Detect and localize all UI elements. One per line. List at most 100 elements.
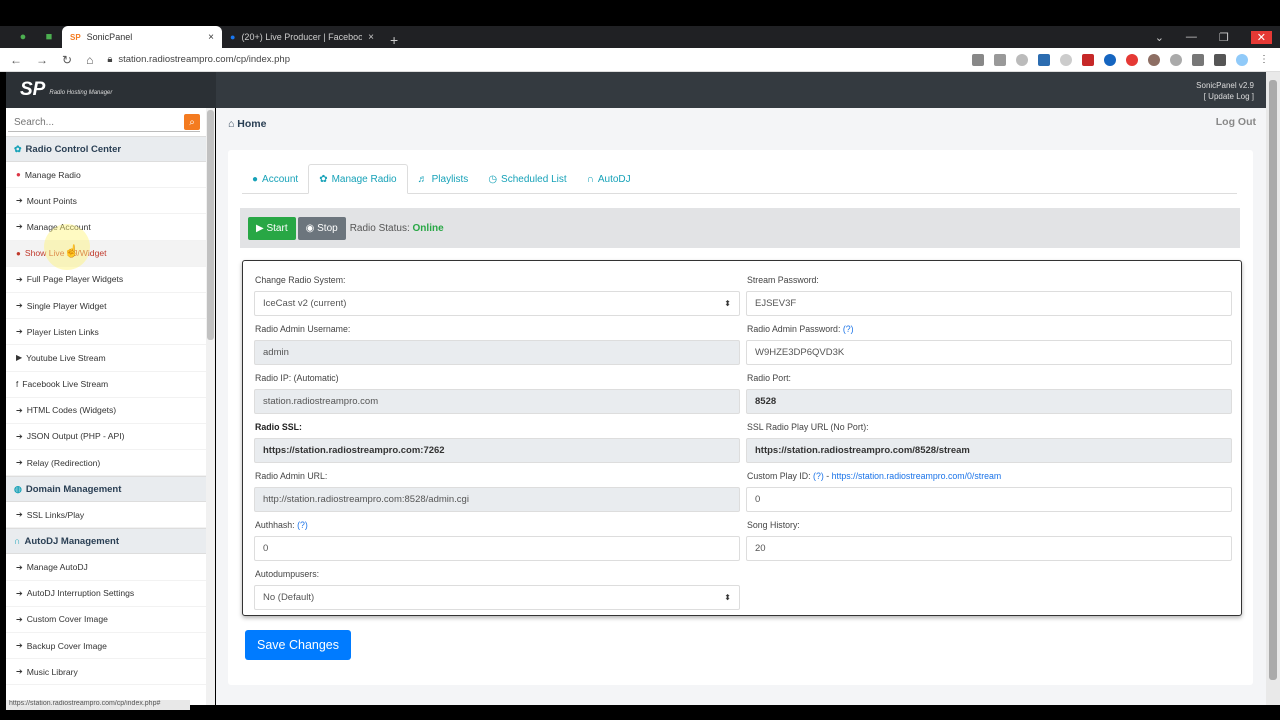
home-icon[interactable]: ⌂ xyxy=(86,53,93,67)
tab-manage-radio[interactable]: ✿ Manage Radio xyxy=(308,164,408,194)
tab-search-icon[interactable]: ⌄ xyxy=(1155,31,1164,44)
browser-tab-facebook[interactable]: ● (20+) Live Producer | Facebook × xyxy=(222,26,382,48)
star-icon[interactable] xyxy=(1016,53,1028,66)
sidebar-item[interactable]: ➔ SSL Links/Play xyxy=(6,502,206,529)
sidepanel-icon[interactable] xyxy=(1214,53,1226,66)
tab-playlists[interactable]: ♬ Playlists xyxy=(408,164,479,194)
autodumpusers-select[interactable]: No (Default) ⬍ xyxy=(254,585,740,610)
extension-n-icon[interactable] xyxy=(1038,53,1050,66)
breadcrumb-home[interactable]: Home xyxy=(237,118,266,130)
update-log-link[interactable]: [ Update Log ] xyxy=(1196,91,1254,102)
tab-label: AutoDJ xyxy=(597,173,631,185)
sidebar-item[interactable]: ➔ Player Listen Links xyxy=(6,319,206,346)
admin-password-field[interactable]: W9HZE3DP6QVD3K xyxy=(746,340,1232,365)
menu-dots-icon[interactable]: ⋮ xyxy=(1258,54,1270,66)
key-icon[interactable] xyxy=(972,53,984,66)
sidebar-item-icon: ➔ xyxy=(16,458,23,468)
browser-tab-sonicpanel[interactable]: SP SonicPanel × xyxy=(62,26,222,48)
start-button[interactable]: ▶ Start xyxy=(248,216,296,240)
extension-opera-icon[interactable] xyxy=(1126,53,1138,66)
profile-avatar-icon[interactable] xyxy=(1236,53,1248,66)
sidebar-item[interactable]: ➔ JSON Output (PHP - API) xyxy=(6,424,206,451)
url-field[interactable]: 🔒︎ station.radiostreampro.com/cp/index.p… xyxy=(107,54,958,65)
sidebar-item[interactable]: ● Show Live DJ/Widget xyxy=(6,240,206,267)
puzzle-icon[interactable] xyxy=(1192,53,1204,66)
sidebar-item[interactable]: ➔ Full Page Player Widgets xyxy=(6,267,206,293)
sidebar-item[interactable]: ➔ Backup Cover Image xyxy=(6,633,206,660)
sidebar-section-header[interactable]: ∩ AutoDJ Management xyxy=(6,528,206,555)
custom-play-id-field[interactable]: 0 xyxy=(746,487,1232,512)
page-scrollbar-thumb[interactable] xyxy=(1269,80,1277,680)
reload-icon[interactable]: ↻ xyxy=(62,53,72,67)
sidebar-item[interactable]: ➔ Relay (Redirection) xyxy=(6,450,206,477)
letterbox-top xyxy=(0,0,1280,26)
sidebar-section-header[interactable]: ✿ Radio Control Center xyxy=(6,136,206,162)
whatsapp-pinned-tab[interactable]: ● xyxy=(10,26,36,48)
sheets-icon: ■ xyxy=(45,31,53,43)
help-icon[interactable]: (?) xyxy=(813,471,824,481)
admin-url-value: http://station.radiostreampro.com:8528/a… xyxy=(263,494,469,505)
extension-game-icon[interactable] xyxy=(1170,53,1182,66)
tab-scheduled-list[interactable]: ◷ Scheduled List xyxy=(478,164,576,194)
sidebar-item[interactable]: ➔ Single Player Widget xyxy=(6,293,206,320)
search-icon[interactable]: ⌕ xyxy=(184,114,200,130)
sidebar-item[interactable]: f Facebook Live Stream xyxy=(6,372,206,398)
stream-password-field[interactable]: EJSEV3F xyxy=(746,291,1232,316)
search-input[interactable] xyxy=(8,114,184,131)
lock-icon: 🔒︎ xyxy=(107,54,113,65)
new-tab-button[interactable]: + xyxy=(382,32,406,48)
extension-cookie-icon[interactable] xyxy=(1148,53,1160,66)
radio-ssl-value: https://station.radiostreampro.com:7262 xyxy=(263,445,445,456)
close-tab-icon[interactable]: × xyxy=(368,32,374,43)
sidebar-item[interactable]: ➔ Manage Account xyxy=(6,214,206,241)
sidebar-item[interactable]: ▶ Youtube Live Stream xyxy=(6,345,206,372)
close-window-icon[interactable]: ✕ xyxy=(1250,30,1272,44)
sidebar-item[interactable]: ● Manage Radio xyxy=(6,162,206,189)
close-tab-icon[interactable]: × xyxy=(208,32,214,43)
share-icon[interactable] xyxy=(994,53,1006,66)
logout-link[interactable]: Log Out xyxy=(1216,116,1256,128)
song-history-field[interactable]: 20 xyxy=(746,536,1232,561)
sidebar-item[interactable]: ➔ Custom Cover Image xyxy=(6,607,206,633)
sheets-pinned-tab[interactable]: ■ xyxy=(36,26,62,48)
sidebar-scrollbar[interactable] xyxy=(206,108,215,705)
restore-icon[interactable]: ❐ xyxy=(1219,31,1229,44)
stop-button[interactable]: ◉ Stop xyxy=(297,216,346,240)
minimize-icon[interactable]: — xyxy=(1186,31,1197,43)
stop-label: Stop xyxy=(317,222,338,234)
sidebar-item[interactable]: ➔ AutoDJ Interruption Settings xyxy=(6,581,206,607)
extension-chrome-icon[interactable] xyxy=(1104,53,1116,66)
sidebar-item[interactable]: ➔ HTML Codes (Widgets) xyxy=(6,398,206,424)
change-system-select[interactable]: IceCast v2 (current) ⬍ xyxy=(254,291,740,316)
sidebar-item[interactable]: ➔ Music Library xyxy=(6,659,206,686)
sidebar-item[interactable]: ➔ Mount Points xyxy=(6,188,206,215)
save-changes-button[interactable]: Save Changes xyxy=(245,630,352,660)
clock-icon: ◷ xyxy=(488,173,498,185)
authhash-field[interactable]: 0 xyxy=(254,536,740,561)
page-scrollbar[interactable] xyxy=(1266,72,1280,705)
tab-account[interactable]: ● Account xyxy=(242,164,308,194)
song-history-value: 20 xyxy=(755,543,766,554)
custom-play-link[interactable]: https://station.radiostreampro.com/0/str… xyxy=(832,471,1002,481)
help-icon[interactable]: (?) xyxy=(297,520,308,530)
admin-password-label: Radio Admin Password: xyxy=(747,324,841,334)
sidebar-item-label: Manage AutoDJ xyxy=(26,562,88,573)
logo[interactable]: SP Radio Hosting Manager xyxy=(6,72,216,108)
breadcrumb[interactable]: ⌂ Home xyxy=(228,118,266,130)
sidebar-item-label: JSON Output (PHP - API) xyxy=(26,431,125,442)
extension-desc-icon[interactable] xyxy=(1082,53,1094,66)
back-icon[interactable]: ← xyxy=(10,53,22,67)
sp-favicon-icon: SP xyxy=(70,32,81,42)
user-circle-icon: ● xyxy=(252,173,259,185)
scrollbar-thumb[interactable] xyxy=(207,110,214,340)
tab-autodj[interactable]: ∩ AutoDJ xyxy=(577,164,641,194)
sidebar-item-icon: ➔ xyxy=(16,588,23,598)
gear-icon: ✿ xyxy=(14,143,22,154)
extension-x-icon[interactable] xyxy=(1060,53,1072,66)
sidebar-item-label: Mount Points xyxy=(26,195,77,206)
sidebar-section-header[interactable]: ◍ Domain Management xyxy=(6,476,206,503)
forward-icon[interactable]: → xyxy=(36,53,48,67)
logo-text: SP xyxy=(20,79,46,100)
sidebar-item[interactable]: ➔ Manage AutoDJ xyxy=(6,554,206,581)
help-icon[interactable]: (?) xyxy=(843,324,854,334)
